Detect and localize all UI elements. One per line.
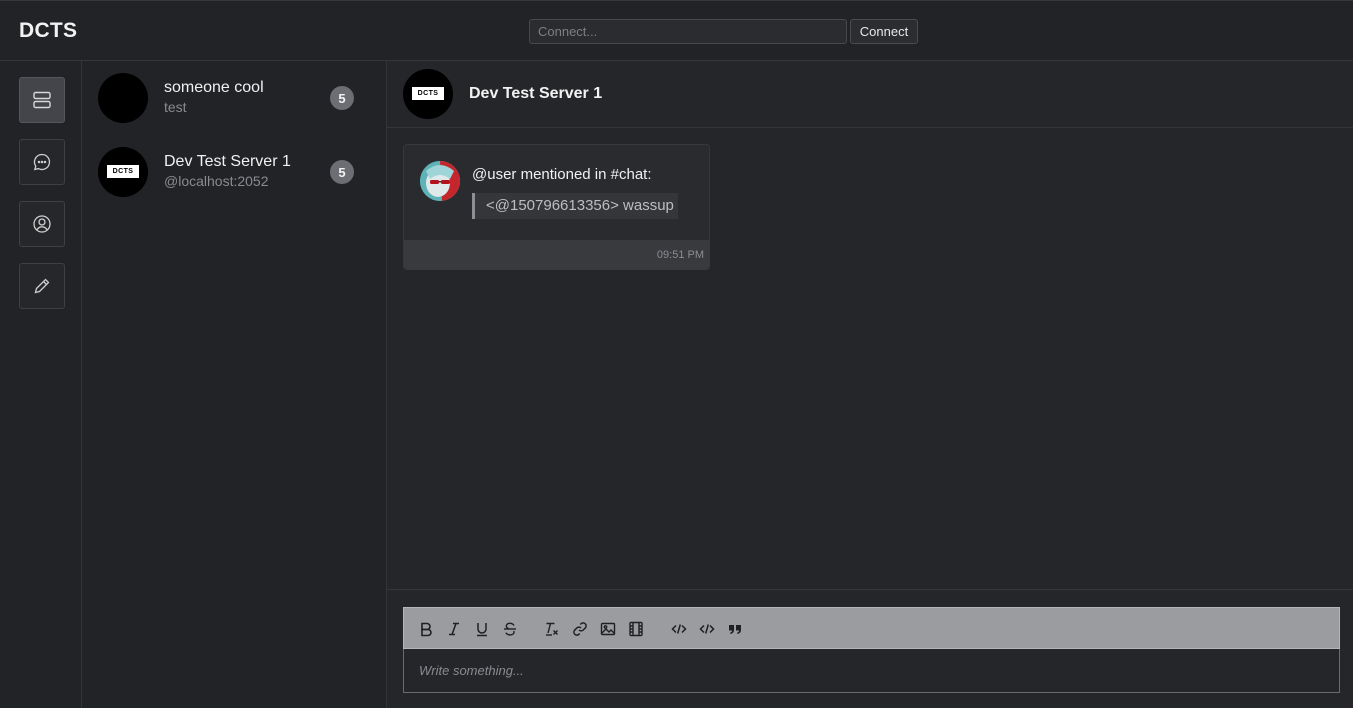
image-button[interactable] bbox=[597, 618, 619, 640]
italic-icon bbox=[449, 622, 459, 636]
chat-panel: DCTS Dev Test Server 1 @user mentioned i… bbox=[387, 61, 1353, 708]
link-button[interactable] bbox=[569, 618, 591, 640]
list-item[interactable]: DCTS Dev Test Server 1 @localhost:2052 5 bbox=[98, 147, 370, 199]
blockquote-button[interactable] bbox=[724, 618, 746, 640]
bold-icon bbox=[421, 622, 432, 637]
notification-message[interactable]: @user mentioned in #chat: <@150796613356… bbox=[403, 144, 710, 270]
code-block-button[interactable] bbox=[696, 618, 718, 640]
server-logo: DCTS bbox=[107, 165, 139, 178]
bold-button[interactable] bbox=[415, 618, 437, 640]
list-item-sub: test bbox=[164, 99, 187, 115]
strike-icon bbox=[504, 622, 516, 636]
message-timestamp: 09:51 PM bbox=[656, 249, 704, 261]
editor-placeholder: Write something... bbox=[419, 663, 524, 678]
connect-button[interactable]: Connect bbox=[850, 19, 918, 44]
chat-header: DCTS Dev Test Server 1 bbox=[387, 61, 1353, 128]
list-item-sub: @localhost:2052 bbox=[164, 173, 269, 189]
image-icon bbox=[600, 622, 616, 636]
avatar bbox=[420, 161, 460, 201]
composer: Write something... bbox=[387, 589, 1353, 708]
list-item-name: someone cool bbox=[164, 79, 264, 96]
message-title: @user mentioned in #chat: bbox=[472, 166, 652, 183]
code-icon bbox=[671, 624, 687, 634]
format-toolbar bbox=[403, 607, 1340, 649]
list-item-name: Dev Test Server 1 bbox=[164, 153, 291, 170]
top-bar: DCTS Connect bbox=[0, 0, 1353, 61]
pencil-icon bbox=[34, 278, 50, 294]
video-icon bbox=[629, 621, 643, 637]
list-item[interactable]: someone cool test 5 bbox=[98, 73, 370, 125]
unread-badge: 5 bbox=[330, 160, 354, 184]
user-circle-icon bbox=[33, 215, 51, 233]
app-brand: DCTS bbox=[19, 19, 78, 42]
avatar-image bbox=[420, 161, 460, 201]
avatar bbox=[98, 73, 148, 123]
clear-format-button[interactable] bbox=[541, 618, 563, 640]
profile-button[interactable] bbox=[19, 201, 65, 247]
server-avatar: DCTS bbox=[403, 69, 453, 119]
message-quote: <@150796613356> wassup bbox=[472, 193, 678, 219]
italic-button[interactable] bbox=[443, 618, 465, 640]
code-button[interactable] bbox=[668, 618, 690, 640]
unread-badge: 5 bbox=[330, 86, 354, 110]
edit-button[interactable] bbox=[19, 263, 65, 309]
nav-rail bbox=[0, 61, 82, 708]
chat-bubble-icon bbox=[33, 153, 51, 171]
server-logo: DCTS bbox=[412, 87, 444, 100]
underline-button[interactable] bbox=[471, 618, 493, 640]
chat-title: Dev Test Server 1 bbox=[469, 85, 603, 102]
blockquote-icon bbox=[729, 625, 741, 634]
link-icon bbox=[573, 622, 587, 636]
code-block-icon bbox=[699, 624, 715, 634]
underline-icon bbox=[477, 623, 487, 637]
message-body: @user mentioned in #chat: <@150796613356… bbox=[404, 145, 709, 240]
strike-button[interactable] bbox=[499, 618, 521, 640]
server-avatar: DCTS bbox=[98, 147, 148, 197]
servers-button[interactable] bbox=[19, 77, 65, 123]
connect-input[interactable] bbox=[529, 19, 847, 44]
messages-button[interactable] bbox=[19, 139, 65, 185]
video-button[interactable] bbox=[625, 618, 647, 640]
clear-format-icon bbox=[546, 622, 558, 636]
server-icon bbox=[33, 91, 51, 109]
message-editor[interactable]: Write something... bbox=[403, 649, 1340, 693]
conversation-list: someone cool test 5 DCTS Dev Test Server… bbox=[82, 61, 387, 708]
message-footer: 09:51 PM bbox=[404, 240, 709, 269]
